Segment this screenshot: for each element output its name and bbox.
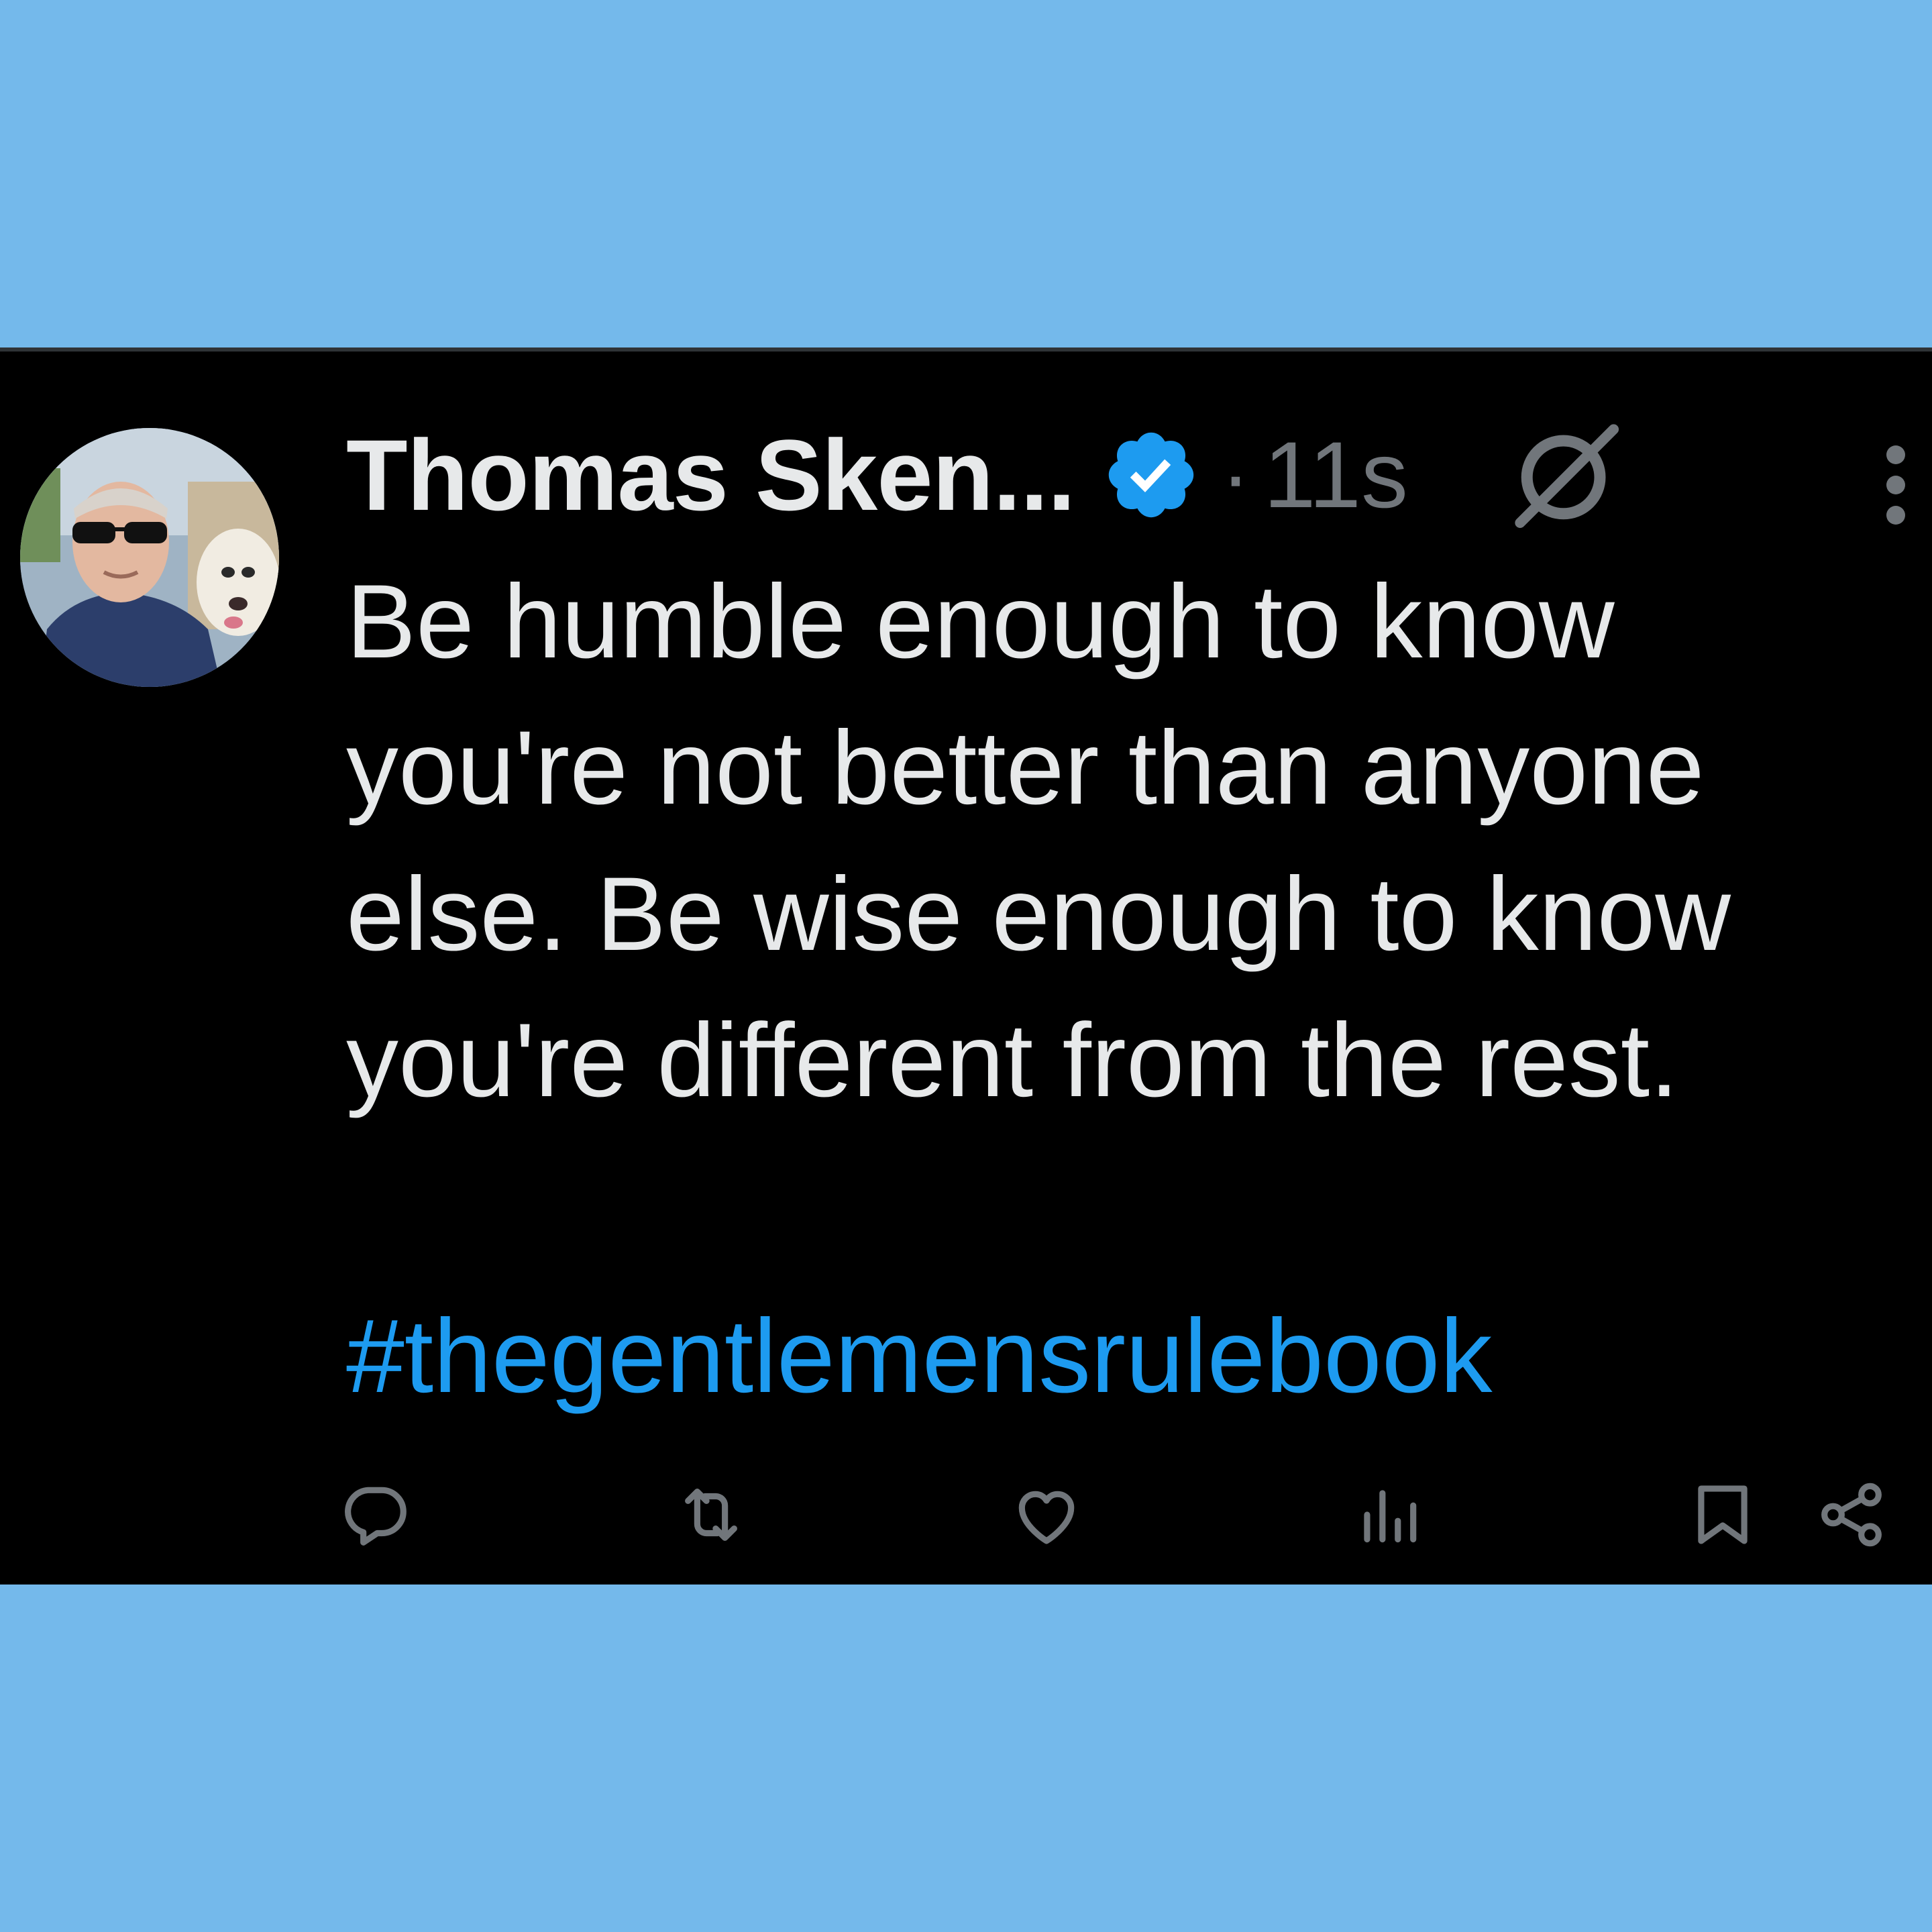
author-name[interactable]: Thomas Sken... bbox=[346, 417, 1075, 533]
share-icon bbox=[1821, 1483, 1882, 1547]
verified-badge-icon bbox=[1109, 432, 1194, 518]
share-button[interactable] bbox=[1811, 1474, 1892, 1555]
hashtag-link[interactable]: #thegentlemensrulebook bbox=[346, 1283, 1493, 1430]
separator-dot: · bbox=[1221, 426, 1250, 524]
repost-icon bbox=[685, 1489, 737, 1541]
timestamp[interactable]: 11s bbox=[1264, 421, 1408, 529]
more-vertical-icon[interactable] bbox=[1876, 441, 1916, 529]
views-button[interactable] bbox=[1348, 1474, 1429, 1555]
tweet-actions bbox=[0, 1474, 1932, 1582]
avatar[interactable] bbox=[20, 428, 279, 687]
tweet-header: Thomas Sken... · 11s bbox=[346, 415, 1916, 535]
tweet-text: Be humble enough to know you're not bett… bbox=[346, 549, 1889, 1134]
heart-icon bbox=[1018, 1491, 1075, 1544]
tweet-card: Thomas Sken... · 11s Be humble enough to… bbox=[0, 347, 1932, 1585]
tweet-text-line: you're different from the rest. bbox=[346, 1002, 1679, 1119]
repost-button[interactable] bbox=[671, 1474, 751, 1555]
divider bbox=[0, 347, 1932, 352]
bookmark-button[interactable] bbox=[1682, 1474, 1763, 1555]
reply-icon bbox=[345, 1487, 407, 1546]
like-button[interactable] bbox=[1006, 1474, 1087, 1555]
reply-button[interactable] bbox=[335, 1474, 416, 1555]
tweet-text-line: Be humble enough to know bbox=[346, 564, 1615, 680]
bookmark-icon bbox=[1698, 1485, 1748, 1544]
views-icon bbox=[1364, 1490, 1417, 1543]
tweet-text-line: else. Be wise enough to know bbox=[346, 856, 1731, 973]
tweet-text-line: you're not better than anyone bbox=[346, 710, 1705, 826]
grok-icon[interactable] bbox=[1509, 418, 1623, 532]
avatar-image bbox=[20, 428, 279, 687]
